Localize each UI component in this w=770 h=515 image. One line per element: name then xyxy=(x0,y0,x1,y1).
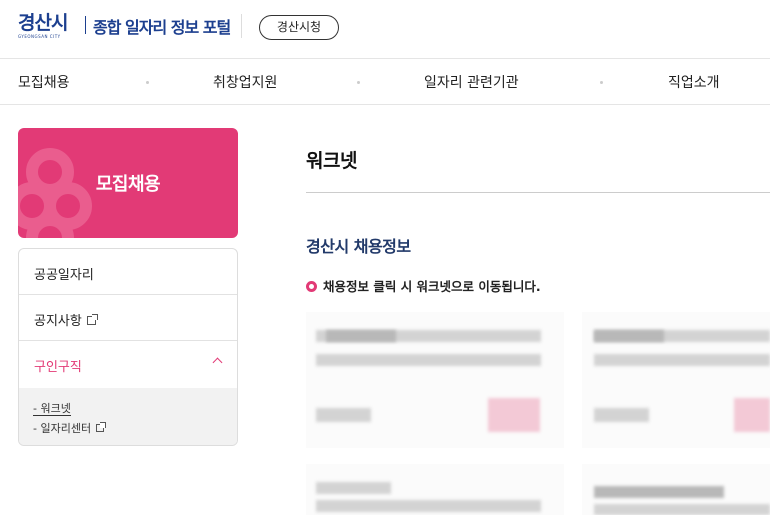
city-logo[interactable]: 경산시 GYEONGSAN CITY xyxy=(18,12,80,44)
sidebar-item-job-seeking[interactable]: 구인구직 xyxy=(19,341,237,387)
bullet-circle-icon xyxy=(306,281,317,292)
page-title: 워크넷 xyxy=(306,150,357,172)
city-hall-button[interactable]: 경산시청 xyxy=(259,15,339,40)
sidebar-menu: 공공일자리 공지사항 구인구직 - 워크넷 - 일자리센터 xyxy=(18,248,238,446)
blurred-content xyxy=(316,354,541,366)
submenu-item-label: - 일자리센터 xyxy=(33,422,92,435)
blurred-content xyxy=(316,408,371,422)
blurred-content xyxy=(326,330,396,342)
logo-divider xyxy=(85,16,86,34)
submenu-item-label: - 워크넷 xyxy=(33,402,71,416)
job-card[interactable] xyxy=(582,312,770,448)
title-divider xyxy=(306,192,770,193)
blurred-content xyxy=(734,398,770,432)
logo-text: 경산시 xyxy=(18,12,68,34)
logo-subtext: GYEONGSAN CITY xyxy=(18,34,61,39)
nav-separator xyxy=(600,81,603,84)
external-link-icon xyxy=(96,422,107,432)
notice-label: 채용정보 클릭 시 워크넷으로 이동됩니다. xyxy=(323,279,541,294)
submenu-item-worknet[interactable]: - 워크넷 xyxy=(33,400,71,416)
sidebar-heading: 모집채용 xyxy=(95,174,161,195)
sidebar-heading-banner: 모집채용 xyxy=(18,128,238,238)
sidebar-item-label: 구인구직 xyxy=(34,360,82,375)
nav-item-job-intro[interactable]: 직업소개 xyxy=(668,72,720,92)
blurred-content xyxy=(594,504,770,515)
sidebar-submenu: - 워크넷 - 일자리센터 xyxy=(19,388,237,445)
site-header: 경산시 GYEONGSAN CITY 종합 일자리 정보 포털 경산시청 xyxy=(0,0,770,58)
job-card[interactable] xyxy=(582,464,770,515)
nav-item-startup[interactable]: 취창업지원 xyxy=(213,72,277,92)
blurred-content xyxy=(594,486,724,498)
portal-title[interactable]: 종합 일자리 정보 포털 xyxy=(93,14,231,38)
submenu-item-job-center[interactable]: - 일자리센터 xyxy=(33,420,107,436)
notice-label-text: 공지사항 xyxy=(34,314,82,329)
external-link-icon xyxy=(86,314,98,325)
nav-item-recruit[interactable]: 모집채용 xyxy=(18,72,70,92)
notice-text: 채용정보 클릭 시 워크넷으로 이동됩니다. xyxy=(306,276,541,295)
section-title: 경산시 채용정보 xyxy=(306,237,411,256)
blurred-content xyxy=(316,482,391,494)
blurred-content xyxy=(594,354,770,366)
header-divider xyxy=(241,14,242,38)
blurred-content xyxy=(594,330,664,342)
sidebar-item-notice[interactable]: 공지사항 xyxy=(19,295,237,341)
job-card[interactable] xyxy=(306,312,564,448)
chevron-up-icon[interactable] xyxy=(212,357,223,368)
job-card[interactable] xyxy=(306,464,564,515)
nav-separator xyxy=(357,81,360,84)
nav-separator xyxy=(146,81,149,84)
blurred-content xyxy=(488,398,540,432)
sidebar-item-label: 공지사항 xyxy=(34,310,98,329)
main-nav: 모집채용 취창업지원 일자리 관련기관 직업소개 xyxy=(0,58,770,105)
blurred-content xyxy=(594,408,649,422)
blurred-content xyxy=(316,500,541,512)
sidebar-item-public-jobs[interactable]: 공공일자리 xyxy=(19,249,237,295)
sidebar-item-label: 공공일자리 xyxy=(34,268,94,283)
nav-item-agencies[interactable]: 일자리 관련기관 xyxy=(424,72,519,92)
